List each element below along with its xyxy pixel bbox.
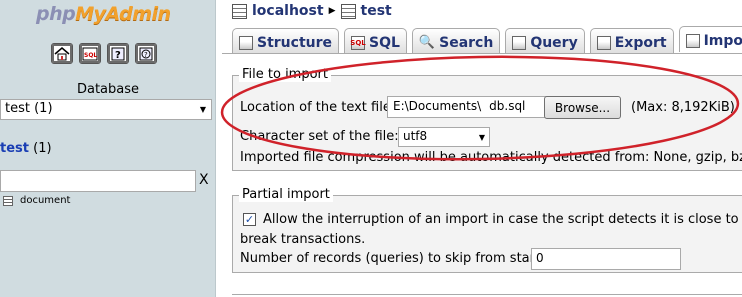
home-icon[interactable] <box>51 43 73 64</box>
export-icon <box>596 35 611 50</box>
structure-icon <box>239 35 253 50</box>
nav-icons: SQL ? ? <box>51 43 157 64</box>
location-label: Location of the text file <box>240 100 391 115</box>
skip-records-input[interactable]: 0 <box>531 248 681 270</box>
sql-query-icon[interactable]: SQL <box>79 43 101 64</box>
chevron-right-icon: ▶ <box>328 6 336 16</box>
tab-sql[interactable]: SQL SQL <box>344 28 407 53</box>
breadcrumb-database[interactable]: test <box>361 3 392 19</box>
interrupt-checkbox[interactable]: ✓ <box>243 213 256 226</box>
partial-import-section: Partial import ✓ Allow the interruption … <box>232 187 742 273</box>
max-size-note: (Max: 8,192KiB) <box>631 100 735 115</box>
import-icon <box>685 34 700 48</box>
main-content: localhost ▶ test Structure SQL SQL 🔍 Sea… <box>222 0 742 297</box>
help-icon[interactable]: ? <box>135 43 157 64</box>
sql-icon: SQL <box>350 35 366 50</box>
compression-note: Imported file compression will be automa… <box>240 150 742 165</box>
browse-button[interactable]: Browse... <box>544 96 621 119</box>
chevron-down-icon: ▼ <box>478 133 485 142</box>
tab-bar: Structure SQL SQL 🔍 Search Query Export … <box>232 26 742 53</box>
table-icon <box>3 195 13 206</box>
interrupt-label: Allow the interruption of an import in c… <box>263 212 742 227</box>
table-list-item[interactable]: document <box>3 195 70 206</box>
file-to-import-legend: File to import <box>239 67 331 82</box>
charset-select[interactable]: utf8 ▼ <box>398 127 490 147</box>
tab-search[interactable]: 🔍 Search <box>411 28 501 53</box>
skip-label: Number of records (queries) to skip from… <box>240 251 541 266</box>
tab-import[interactable]: Import <box>678 26 742 52</box>
breadcrumb: localhost ▶ test <box>232 3 392 19</box>
tab-export[interactable]: Export <box>589 28 674 53</box>
database-icon <box>340 3 356 19</box>
query-icon <box>512 35 527 50</box>
file-to-import-section: File to import Location of the text file… <box>232 67 742 171</box>
search-icon: 🔍 <box>418 35 436 50</box>
server-icon <box>232 3 247 19</box>
interrupt-label-continued: break transactions. <box>240 232 366 247</box>
tab-query[interactable]: Query <box>505 28 585 53</box>
docs-icon[interactable]: ? <box>107 43 129 64</box>
navigation-sidebar: phpMyAdmin SQL ? ? Database test (1) ▼ t… <box>0 0 216 297</box>
svg-text:SQL: SQL <box>84 52 97 59</box>
database-select[interactable]: test (1) ▼ <box>0 99 212 120</box>
database-link[interactable]: test (1) <box>0 141 52 156</box>
table-filter-input[interactable] <box>0 170 196 192</box>
phpmyadmin-logo[interactable]: phpMyAdmin <box>36 3 171 25</box>
svg-text:?: ? <box>115 50 121 61</box>
tab-structure[interactable]: Structure <box>232 28 340 53</box>
svg-text:?: ? <box>144 51 148 59</box>
database-label: Database <box>76 82 140 97</box>
partial-import-legend: Partial import <box>239 187 333 202</box>
file-path-input[interactable]: E:\Documents\ db.sql <box>387 96 547 118</box>
clear-filter-button[interactable]: X <box>199 172 209 188</box>
chevron-down-icon: ▼ <box>199 105 206 114</box>
breadcrumb-server[interactable]: localhost <box>252 3 324 19</box>
charset-label: Character set of the file: <box>240 129 399 144</box>
tab-divider <box>222 53 742 54</box>
